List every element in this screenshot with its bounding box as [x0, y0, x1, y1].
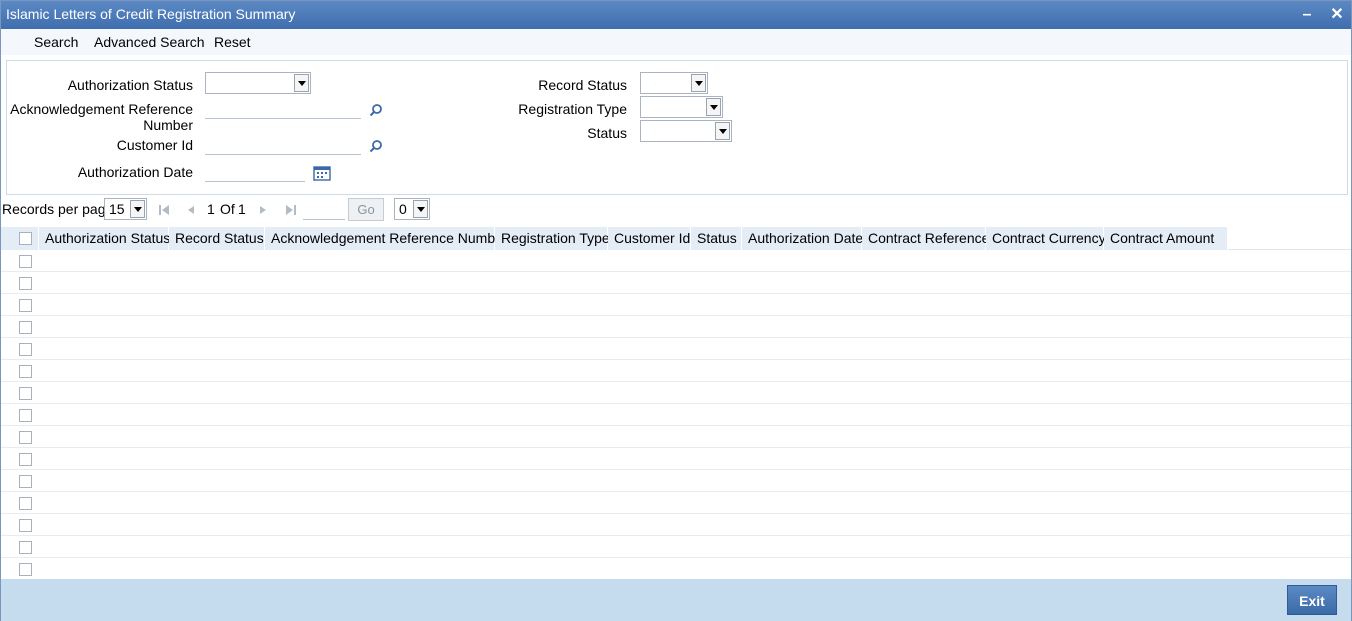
- table-row[interactable]: [1, 470, 1351, 492]
- row-checkbox[interactable]: [19, 453, 32, 466]
- search-criteria-panel: Authorization Status Acknowledgement Ref…: [6, 60, 1348, 195]
- row-checkbox[interactable]: [19, 365, 32, 378]
- table-row[interactable]: [1, 250, 1351, 272]
- column-header-customer-id[interactable]: Customer Id: [608, 227, 691, 250]
- row-checkbox[interactable]: [19, 321, 32, 334]
- customer-id-lookup-icon[interactable]: [369, 139, 383, 153]
- page-jump-select[interactable]: 0: [394, 198, 430, 220]
- registration-type-label: Registration Type: [518, 101, 627, 117]
- authorization-date-input[interactable]: [205, 162, 305, 182]
- next-page-icon[interactable]: [257, 204, 269, 216]
- close-icon[interactable]: ✕: [1327, 5, 1347, 25]
- table-row[interactable]: [1, 536, 1351, 558]
- column-header-registration-type[interactable]: Registration Type: [495, 227, 610, 250]
- row-checkbox[interactable]: [19, 343, 32, 356]
- page-of-label: Of: [220, 201, 235, 217]
- page-jump-value: 0: [399, 201, 407, 217]
- table-row[interactable]: [1, 338, 1351, 360]
- go-to-page-input[interactable]: [303, 198, 345, 220]
- pagination-bar: Records per page 15 1 Of 1 Go 0: [1, 198, 1351, 224]
- go-button[interactable]: Go: [348, 198, 384, 221]
- column-header-authorization-status[interactable]: Authorization Status: [39, 227, 170, 250]
- column-header-record-status[interactable]: Record Status: [169, 227, 265, 250]
- row-checkbox[interactable]: [19, 409, 32, 422]
- authorization-status-select[interactable]: [205, 72, 311, 94]
- footer-bar: [1, 579, 1351, 621]
- last-page-icon[interactable]: [285, 204, 297, 216]
- customer-id-label: Customer Id: [116, 137, 193, 153]
- calendar-icon[interactable]: [313, 165, 331, 181]
- row-checkbox[interactable]: [19, 277, 32, 290]
- authorization-date-label: Authorization Date: [77, 164, 193, 180]
- chevron-down-icon: [691, 74, 706, 92]
- status-select[interactable]: [640, 120, 732, 142]
- ack-ref-label-line2: Number: [143, 117, 193, 133]
- exit-button[interactable]: Exit: [1287, 585, 1337, 615]
- row-checkbox[interactable]: [19, 497, 32, 510]
- records-per-page-select[interactable]: 15: [104, 198, 147, 220]
- records-per-page-value: 15: [109, 201, 125, 217]
- ack-ref-lookup-icon[interactable]: [369, 103, 383, 117]
- row-checkbox[interactable]: [19, 519, 32, 532]
- menu-bar: Search Advanced Search Reset: [1, 29, 1351, 55]
- summary-window: Islamic Letters of Credit Registration S…: [0, 0, 1352, 621]
- table-row[interactable]: [1, 492, 1351, 514]
- select-all-checkbox[interactable]: [19, 232, 32, 245]
- row-checkbox[interactable]: [19, 431, 32, 444]
- table-row[interactable]: [1, 426, 1351, 448]
- chevron-down-icon: [706, 98, 721, 116]
- previous-page-icon[interactable]: [185, 204, 197, 216]
- customer-id-input[interactable]: [205, 135, 361, 155]
- chevron-down-icon: [294, 74, 309, 92]
- chevron-down-icon: [130, 200, 145, 218]
- column-header-contract-amount[interactable]: Contract Amount: [1104, 227, 1228, 250]
- column-header-authorization-date[interactable]: Authorization Date: [742, 227, 863, 250]
- record-status-label: Record Status: [538, 77, 627, 93]
- table-row[interactable]: [1, 272, 1351, 294]
- row-checkbox[interactable]: [19, 563, 32, 576]
- select-all-cell: [1, 227, 39, 250]
- total-pages: 1: [238, 201, 246, 217]
- results-grid-header: Authorization Status Record Status Ackno…: [1, 227, 1351, 250]
- table-row[interactable]: [1, 360, 1351, 382]
- row-checkbox[interactable]: [19, 541, 32, 554]
- minimize-icon[interactable]: –: [1297, 5, 1317, 25]
- records-per-page-label: Records per page: [2, 201, 114, 217]
- column-header-contract-reference[interactable]: Contract Reference: [862, 227, 989, 250]
- chevron-down-icon: [413, 200, 428, 218]
- chevron-down-icon: [715, 122, 730, 140]
- authorization-status-label: Authorization Status: [67, 77, 193, 93]
- title-bar: Islamic Letters of Credit Registration S…: [1, 1, 1351, 29]
- table-row[interactable]: [1, 404, 1351, 426]
- current-page: 1: [207, 201, 215, 217]
- registration-type-select[interactable]: [640, 96, 723, 118]
- ack-ref-number-input[interactable]: [205, 99, 361, 119]
- table-row[interactable]: [1, 514, 1351, 536]
- table-row[interactable]: [1, 382, 1351, 404]
- table-row[interactable]: [1, 558, 1351, 580]
- table-row[interactable]: [1, 316, 1351, 338]
- column-header-ack-ref-number[interactable]: Acknowledgement Reference Number: [265, 227, 508, 250]
- advanced-search-menu-item[interactable]: Advanced Search: [94, 34, 205, 50]
- search-menu-item[interactable]: Search: [34, 34, 78, 50]
- record-status-select[interactable]: [640, 72, 708, 94]
- table-row[interactable]: [1, 448, 1351, 470]
- status-label: Status: [587, 125, 627, 141]
- row-checkbox[interactable]: [19, 387, 32, 400]
- column-header-contract-currency[interactable]: Contract Currency: [986, 227, 1106, 250]
- row-checkbox[interactable]: [19, 475, 32, 488]
- column-header-status[interactable]: Status: [691, 227, 742, 250]
- ack-ref-label-line1: Acknowledgement Reference: [10, 101, 193, 117]
- row-checkbox[interactable]: [19, 255, 32, 268]
- first-page-icon[interactable]: [158, 204, 170, 216]
- table-row[interactable]: [1, 294, 1351, 316]
- reset-menu-item[interactable]: Reset: [214, 34, 251, 50]
- window-title: Islamic Letters of Credit Registration S…: [6, 6, 296, 22]
- row-checkbox[interactable]: [19, 299, 32, 312]
